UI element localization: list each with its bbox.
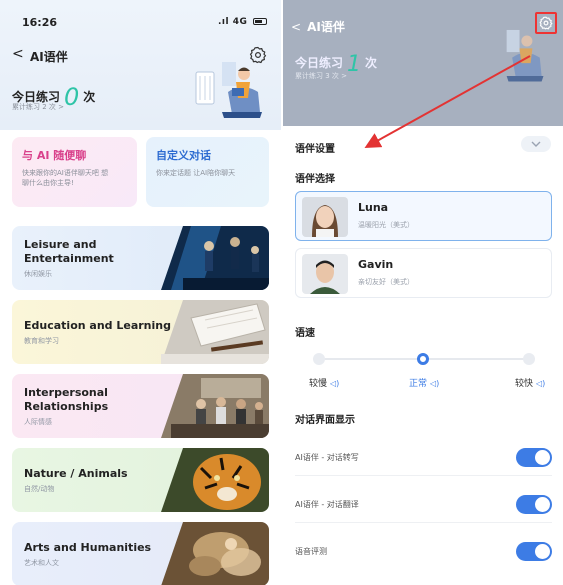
status-time: 16:26 (22, 16, 58, 29)
speed-stop-normal[interactable] (417, 353, 429, 365)
today-unit: 次 (83, 90, 96, 104)
category-subtitle: 休闲娱乐 (24, 269, 52, 278)
reading-person-illustration (195, 62, 262, 118)
baroque-painting-image (161, 522, 269, 585)
voice-name: Gavin (358, 258, 394, 271)
custom-chat-card[interactable]: 自定义对话 你来定话题 让AI陪你聊天 (146, 137, 269, 207)
avatar (302, 197, 348, 237)
category-subtitle: 自然/动物 (24, 484, 55, 493)
status-bar: 16:26 .ıl 4G (22, 16, 267, 32)
category-title: Arts and Humanities (24, 540, 152, 554)
category-subtitle: 教育和学习 (24, 336, 59, 345)
category-card-education[interactable]: Education and Learning 教育和学习 (12, 300, 269, 364)
toggle-label: AI语伴 - 对话翻译 (295, 500, 359, 509)
total-practice-link: 累计练习 3 次 > (295, 72, 347, 80)
speaker-icon[interactable]: ◁) (536, 379, 545, 388)
voice-option-gavin[interactable]: Gavin 亲切友好（美式） (295, 248, 552, 298)
category-card-arts[interactable]: Arts and Humanities 艺术和人文 (12, 522, 269, 585)
today-count: 0 (64, 83, 80, 111)
page-title: AI语伴 (30, 50, 68, 64)
total-practice-link[interactable]: 累计练习 2 次 > (12, 102, 64, 112)
signal-indicator: .ıl 4G (218, 17, 267, 27)
free-chat-card[interactable]: 与 AI 随便聊 快来跟你的AI语伴聊天吧 想聊什么由你主导! (12, 137, 137, 207)
today-unit: 次 (365, 56, 378, 70)
battery-icon (253, 18, 267, 25)
evaluation-toggle[interactable] (516, 542, 552, 561)
left-screen: 16:26 .ıl 4G < AI语伴 今日练习 0 次 累计练习 2 次 > 与 … (0, 0, 281, 585)
today-count: 1 (347, 52, 362, 77)
free-chat-desc: 快来跟你的AI语伴聊天吧 想聊什么由你主导! (22, 169, 109, 187)
speed-text: 正常 (409, 379, 428, 389)
speed-label-normal[interactable]: 正常 ◁) (409, 376, 439, 389)
tiger-image (161, 448, 269, 512)
speed-stop-slow[interactable] (313, 353, 325, 365)
page-title: AI语伴 (307, 20, 345, 34)
voice-name: Luna (358, 201, 389, 214)
speed-label-fast[interactable]: 较快 ◁) (515, 376, 545, 389)
toggle-row-transcript: AI语伴 - 对话转写 (295, 440, 552, 476)
reading-person-illustration (506, 29, 544, 82)
speed-stop-fast[interactable] (523, 353, 535, 365)
notebook-pen-image (161, 300, 269, 364)
display-section-title: 对话界面显示 (295, 415, 355, 426)
transcript-toggle[interactable] (516, 448, 552, 467)
back-chevron-icon[interactable]: < (291, 20, 301, 34)
toggle-row-translation: AI语伴 - 对话翻译 (295, 487, 552, 523)
category-card-leisure[interactable]: Leisure and Entertainment 休闲娱乐 (12, 226, 269, 290)
network-type: 4G (232, 17, 248, 27)
translation-toggle[interactable] (516, 495, 552, 514)
category-card-nature[interactable]: Nature / Animals 自然/动物 (12, 448, 269, 512)
nav-bar: < AI语伴 (291, 18, 345, 35)
free-chat-title: 与 AI 随便聊 (22, 149, 87, 162)
category-card-relationships[interactable]: Interpersonal Relationships 人际情感 (12, 374, 269, 438)
category-subtitle: 艺术和人文 (24, 558, 59, 567)
speed-text: 较慢 (309, 379, 328, 389)
speed-label-slow[interactable]: 较慢 ◁) (309, 376, 339, 389)
toggle-row-evaluation: 语音评测 (295, 534, 552, 570)
right-screen: < AI语伴 今日练习 1 次 累计练习 3 次 > 语伴设置 语伴选择 Lun… (283, 0, 563, 585)
speed-text: 较快 (515, 379, 534, 389)
chevron-down-icon (531, 141, 541, 147)
voice-desc: 亲切友好（美式） (358, 278, 414, 286)
speaker-icon[interactable]: ◁) (430, 379, 439, 388)
today-label: 今日练习 (295, 56, 344, 70)
voice-section-title: 语伴选择 (295, 174, 335, 185)
sheet-title: 语伴设置 (295, 144, 335, 155)
category-title: Interpersonal Relationships (24, 385, 109, 413)
group-meeting-image (161, 374, 269, 438)
signal-bars-icon: .ıl (217, 17, 233, 27)
custom-chat-title: 自定义对话 (156, 149, 211, 162)
toggle-label: 语音评测 (295, 547, 327, 556)
toggle-label: AI语伴 - 对话转写 (295, 453, 359, 462)
category-subtitle: 人际情感 (24, 417, 52, 426)
collapse-button[interactable] (521, 136, 551, 152)
category-title: Nature / Animals (24, 466, 128, 480)
voice-option-luna[interactable]: Luna 温暖阳光（美式） (295, 191, 552, 241)
back-chevron-icon[interactable]: < (12, 46, 24, 62)
avatar (302, 254, 348, 294)
speaker-icon[interactable]: ◁) (330, 379, 339, 388)
category-title: Leisure and Entertainment (24, 237, 114, 265)
category-title: Education and Learning (24, 318, 171, 332)
speed-section-title: 语速 (295, 328, 315, 339)
concert-image (161, 226, 269, 290)
voice-desc: 温暖阳光（美式） (358, 221, 414, 229)
custom-chat-desc: 你来定话题 让AI陪你聊天 (156, 169, 236, 177)
